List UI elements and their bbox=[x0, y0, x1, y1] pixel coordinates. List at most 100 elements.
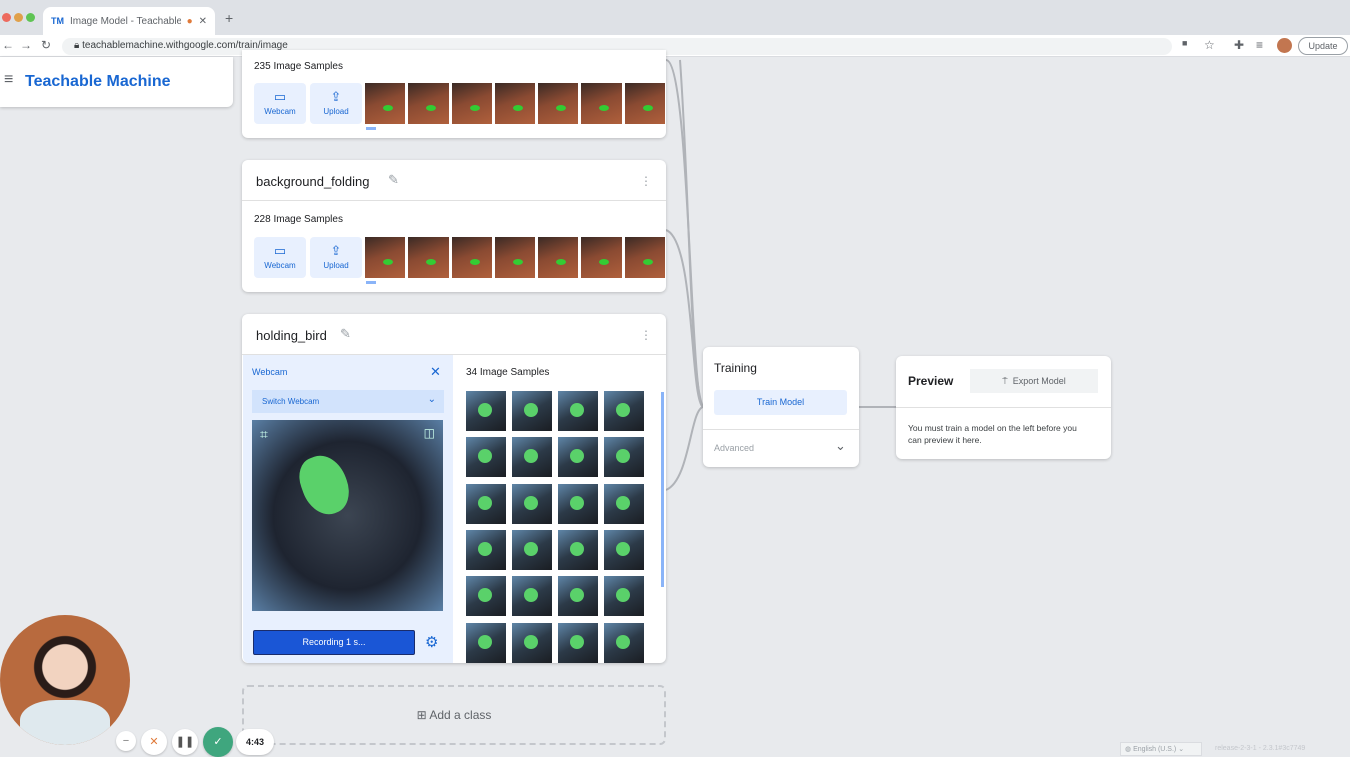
add-class-button[interactable]: ⊞ Add a class bbox=[242, 685, 666, 745]
sample-thumbnail[interactable] bbox=[451, 237, 492, 278]
globe-icon: ◍ bbox=[1125, 746, 1134, 753]
more-options-icon[interactable]: ⋮ bbox=[640, 328, 652, 342]
webcam-button[interactable]: ▭ Webcam bbox=[254, 83, 306, 124]
pause-recording-button[interactable]: ❚❚ bbox=[172, 729, 198, 755]
train-model-button[interactable]: Train Model bbox=[714, 390, 847, 415]
crop-icon[interactable]: ⌗ bbox=[260, 426, 268, 443]
chevron-down-icon: ⌄ bbox=[427, 394, 436, 405]
sample-thumbnail[interactable] bbox=[466, 391, 506, 431]
sample-thumbnails[interactable] bbox=[365, 237, 665, 278]
connector-lines bbox=[665, 59, 896, 491]
advanced-toggle[interactable]: Advanced ⌄ bbox=[703, 430, 859, 467]
sample-thumbnail[interactable] bbox=[466, 483, 506, 524]
recording-timer: 4:43 bbox=[236, 729, 274, 755]
sample-thumbnail[interactable] bbox=[558, 391, 598, 431]
upload-button[interactable]: ⇪ Upload bbox=[310, 83, 362, 124]
export-icon: ⍑ bbox=[1002, 376, 1011, 386]
sample-thumbnail[interactable] bbox=[581, 237, 622, 278]
upload-label: Upload bbox=[323, 261, 349, 270]
app-title[interactable]: Teachable Machine bbox=[25, 73, 171, 91]
sample-thumbnail[interactable] bbox=[604, 576, 644, 617]
add-box-icon: ⊞ bbox=[416, 708, 430, 722]
edit-pencil-icon[interactable]: ✎ bbox=[388, 172, 399, 188]
sample-thumbnail[interactable] bbox=[512, 483, 552, 524]
sample-thumbnail[interactable] bbox=[466, 622, 506, 663]
sample-thumbnails[interactable] bbox=[365, 83, 665, 124]
release-version: release-2-3-1 - 2.3.1#3c7749 bbox=[1215, 745, 1306, 752]
sample-thumbnail[interactable] bbox=[624, 83, 665, 124]
scrollbar[interactable] bbox=[661, 392, 664, 587]
sample-thumbnail[interactable] bbox=[512, 437, 552, 478]
sample-thumbnail[interactable] bbox=[538, 237, 579, 278]
sample-thumbnail[interactable] bbox=[558, 529, 598, 570]
sample-count: 228 Image Samples bbox=[254, 214, 343, 225]
switch-webcam-dropdown[interactable]: Switch Webcam ⌄ bbox=[252, 390, 444, 413]
finish-recording-button[interactable]: ✓ bbox=[203, 727, 233, 757]
export-model-button[interactable]: ⍑ Export Model bbox=[970, 369, 1098, 393]
scrollbar[interactable] bbox=[366, 281, 376, 284]
webcam-label: Webcam bbox=[264, 261, 296, 270]
sample-thumbnail[interactable] bbox=[466, 529, 506, 570]
sample-thumbnail[interactable] bbox=[604, 529, 644, 570]
preview-title: Preview bbox=[908, 374, 954, 388]
sample-count: 34 Image Samples bbox=[466, 367, 550, 378]
sample-thumbnail[interactable] bbox=[365, 83, 406, 124]
sample-thumbnail[interactable] bbox=[604, 622, 644, 663]
sample-thumbnail[interactable] bbox=[512, 529, 552, 570]
sample-thumbnail[interactable] bbox=[604, 391, 644, 431]
switch-webcam-label: Switch Webcam bbox=[262, 397, 320, 406]
sample-thumbnail[interactable] bbox=[494, 237, 536, 278]
sample-thumbnail[interactable] bbox=[581, 83, 622, 124]
sample-thumbnail[interactable] bbox=[512, 391, 552, 431]
sample-thumbnail[interactable] bbox=[558, 483, 598, 524]
sample-thumbnail[interactable] bbox=[408, 83, 449, 124]
webcam-label: Webcam bbox=[264, 107, 296, 116]
minimize-recorder-button[interactable]: − bbox=[116, 731, 136, 751]
sample-grid[interactable] bbox=[466, 391, 648, 663]
close-webcam-icon[interactable]: ✕ bbox=[430, 364, 441, 380]
app-header: ≡ Teachable Machine bbox=[0, 57, 233, 107]
sample-thumbnail[interactable] bbox=[558, 622, 598, 663]
upload-button[interactable]: ⇪ Upload bbox=[310, 237, 362, 278]
webcam-icon: ▭ bbox=[273, 243, 287, 258]
class-card: holding_bird ✎ ⋮ Webcam ✕ Switch Webcam ⌄… bbox=[242, 314, 666, 663]
recording-button[interactable]: Recording 1 s... bbox=[253, 630, 415, 655]
sample-count: 235 Image Samples bbox=[254, 61, 343, 72]
sample-thumbnail[interactable] bbox=[466, 576, 506, 617]
sample-thumbnail[interactable] bbox=[624, 237, 665, 278]
training-card: Training Train Model Advanced ⌄ bbox=[703, 347, 859, 467]
training-title: Training bbox=[714, 361, 757, 375]
sample-thumbnail[interactable] bbox=[512, 576, 552, 617]
class-name[interactable]: background_folding bbox=[256, 174, 369, 189]
language-label: English (U.S.) bbox=[1133, 746, 1177, 753]
export-model-label: Export Model bbox=[1012, 376, 1066, 386]
class-name[interactable]: holding_bird bbox=[256, 328, 327, 343]
upload-icon: ⇪ bbox=[330, 89, 342, 104]
edit-pencil-icon[interactable]: ✎ bbox=[340, 326, 351, 342]
sample-thumbnail[interactable] bbox=[365, 237, 406, 278]
preview-message: You must train a model on the left befor… bbox=[908, 423, 1077, 445]
sample-thumbnail[interactable] bbox=[408, 237, 449, 278]
sample-thumbnail[interactable] bbox=[466, 437, 506, 478]
sample-thumbnail[interactable] bbox=[604, 483, 644, 524]
language-selector[interactable]: ◍ English (U.S.) ⌄ bbox=[1120, 742, 1202, 756]
webcam-icon: ▭ bbox=[273, 89, 287, 104]
cancel-recording-button[interactable]: ✕ bbox=[141, 729, 167, 755]
flip-icon[interactable]: ◫ bbox=[424, 426, 435, 440]
sample-thumbnail[interactable] bbox=[558, 437, 598, 478]
scrollbar[interactable] bbox=[366, 127, 376, 130]
class-card: 235 Image Samples ▭ Webcam ⇪ Upload bbox=[242, 50, 666, 138]
menu-icon[interactable]: ≡ bbox=[4, 71, 13, 89]
sample-thumbnail[interactable] bbox=[494, 83, 536, 124]
more-options-icon[interactable]: ⋮ bbox=[640, 174, 652, 188]
sample-thumbnail[interactable] bbox=[558, 576, 598, 617]
sample-thumbnail[interactable] bbox=[604, 437, 644, 478]
sample-thumbnail[interactable] bbox=[451, 83, 492, 124]
upload-icon: ⇪ bbox=[330, 243, 342, 258]
divider bbox=[242, 200, 666, 201]
webcam-button[interactable]: ▭ Webcam bbox=[254, 237, 306, 278]
settings-gear-icon[interactable]: ⚙ bbox=[425, 633, 438, 651]
sample-thumbnail[interactable] bbox=[512, 622, 552, 663]
divider bbox=[896, 407, 1111, 408]
sample-thumbnail[interactable] bbox=[538, 83, 579, 124]
